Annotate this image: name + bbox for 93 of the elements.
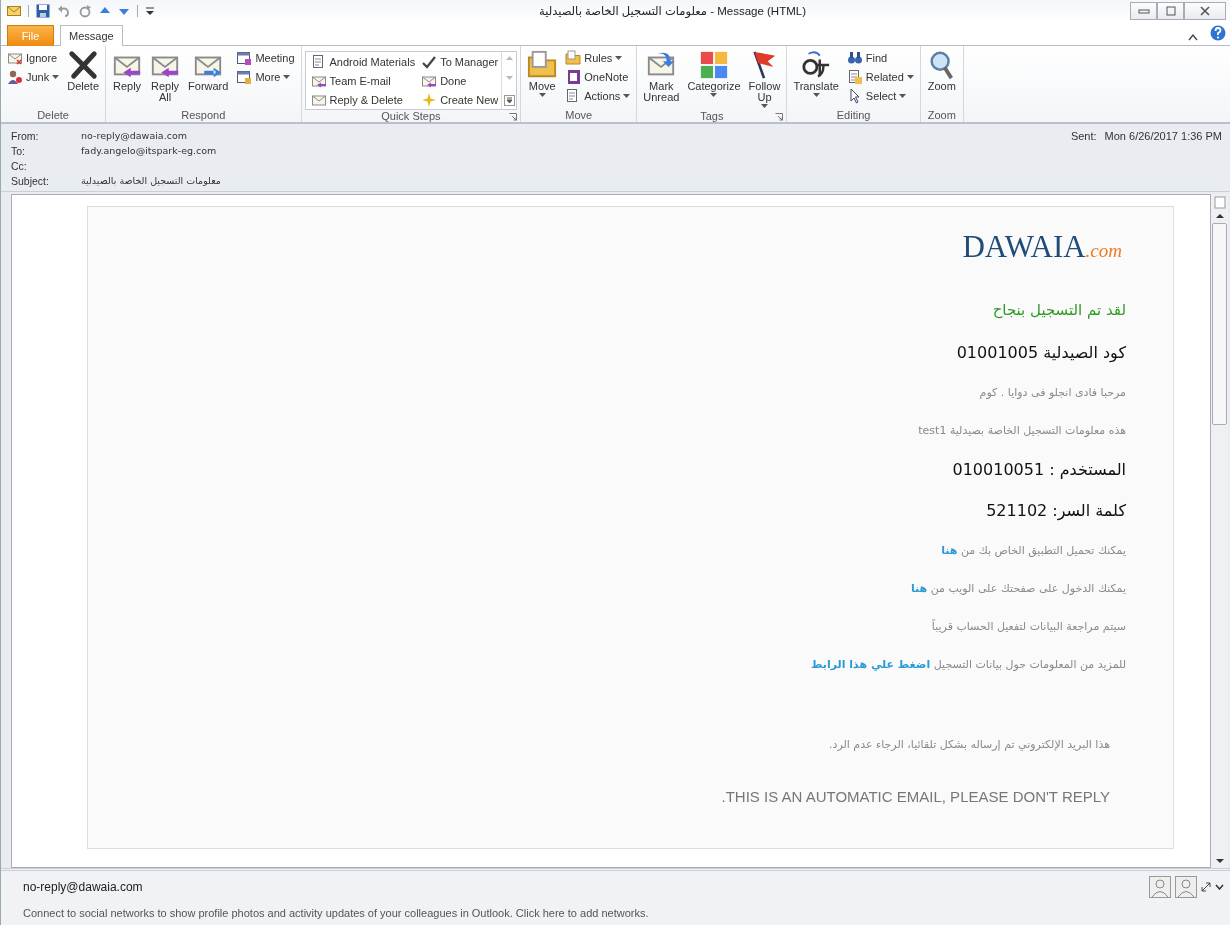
collapse-ribbon-icon[interactable]: [1188, 33, 1198, 41]
field-value: fady.angelo@itspark-eg.com: [81, 145, 217, 158]
quick-step-button[interactable]: To Manager: [418, 52, 502, 71]
x-icon: [68, 50, 99, 80]
quick-step-button[interactable]: Create New: [418, 90, 502, 109]
close-icon: [1199, 6, 1211, 16]
binoculars-icon: [846, 49, 863, 66]
ribbon-button[interactable]: OneNote: [562, 67, 634, 86]
ribbon-button[interactable]: Ignore: [4, 48, 63, 67]
save-icon[interactable]: [36, 4, 50, 18]
email-text: كود الصيدلية 01001005: [956, 343, 1126, 364]
document-icon: [846, 68, 863, 85]
scroll-thumb[interactable]: [1212, 223, 1227, 425]
ribbon-button[interactable]: Translate: [790, 48, 842, 99]
quick-step-button[interactable]: Team E-mail: [307, 71, 419, 90]
dawaia-logo: DAWAIA.com: [962, 229, 1122, 265]
minimize-icon: [1137, 7, 1150, 15]
folder-icon: [565, 49, 582, 66]
caret-icon[interactable]: [1215, 884, 1224, 890]
close-button[interactable]: [1184, 2, 1226, 20]
ribbon-button[interactable]: Junk: [4, 67, 63, 86]
ribbon-button[interactable]: Related: [843, 67, 917, 86]
ribbon-button[interactable]: Mark Unread: [640, 48, 683, 105]
ribbon-button[interactable]: Follow Up: [745, 48, 784, 110]
group-label: Respond: [181, 109, 226, 121]
field-label: Cc:: [11, 160, 28, 173]
sender-name: no-reply@dawaia.com: [23, 880, 143, 894]
ribbon-tab[interactable]: Message: [60, 25, 123, 46]
avatar-icon: [1175, 876, 1197, 898]
color-squares-icon: [698, 50, 729, 80]
field-value: no-reply@dawaia.com: [81, 130, 187, 143]
email-text: سيتم مراجعة البيانات لتفعيل الحساب قريباً: [931, 618, 1126, 635]
field-label: From:: [11, 130, 40, 143]
dialog-launcher-icon[interactable]: [775, 113, 784, 121]
group-label: Editing: [836, 109, 871, 121]
restore-icon: [1164, 6, 1177, 16]
quick-step-button[interactable]: Android Materials: [307, 52, 419, 71]
window-title: معلومات التسجيل الخاصة بالصيدلية - Message (HTML): [538, 4, 807, 18]
calendar-icon: [236, 49, 253, 66]
ribbon-button[interactable]: Select: [843, 86, 917, 105]
minimize-button[interactable]: [1130, 2, 1157, 20]
ribbon-button[interactable]: Forward: [185, 48, 232, 94]
help-icon[interactable]: [1210, 25, 1226, 41]
ribbon-button[interactable]: Rules: [562, 48, 634, 67]
ribbon-button[interactable]: Zoom: [923, 48, 960, 94]
calendar-icon: [236, 68, 253, 85]
email-text: يمكنك الدخول على صفحتك على الويب من هنا: [910, 581, 1126, 597]
field-value: معلومات التسجيل الخاصة بالصيدلية: [81, 175, 221, 188]
scroll-bar[interactable]: [1211, 194, 1228, 868]
more-icon[interactable]: [503, 95, 515, 106]
sent-value: Mon 6/26/2017 1:36 PM: [1104, 130, 1222, 144]
ribbon-button[interactable]: Categorize: [684, 48, 744, 99]
page-icon: [1213, 196, 1226, 209]
social-network-message[interactable]: Connect to social networks to show profile photos and activity updates of your colleagues in Outlook. Click here to add networks.: [23, 907, 1224, 919]
group-label: Zoom: [927, 109, 956, 121]
email-text: للمزيد من المعلومات حول بيانات التسجيل اضغط علي هذا الرابط: [811, 657, 1126, 673]
field-label: Subject:: [11, 175, 50, 188]
ribbon-button[interactable]: Move: [524, 48, 561, 99]
email-text: لقد تم التسجيل بنجاح: [992, 301, 1126, 321]
note-icon: [565, 68, 582, 85]
ribbon-button[interactable]: Delete: [64, 48, 103, 94]
quick-step-button[interactable]: Done: [418, 71, 502, 90]
ribbon-button[interactable]: Reply All: [147, 48, 184, 105]
dialog-launcher-icon[interactable]: [509, 113, 518, 121]
envelope-icon: [7, 5, 21, 17]
group-label: Move: [565, 109, 593, 121]
email-text: المستخدم : 010010051: [952, 460, 1126, 481]
email-text: مرحبا فادى انجلو فى دوايا . كوم: [979, 385, 1126, 401]
ribbon-button[interactable]: More: [233, 67, 298, 86]
person-icon: [7, 68, 23, 85]
email-text: هذا البريد الإلكتروني تم إرساله بشكل تلقائيا، الرجاء عدم الرد.: [829, 738, 1110, 753]
group-label: Tags: [700, 110, 724, 122]
ribbon-button[interactable]: Actions: [562, 86, 634, 105]
field-label: To:: [11, 145, 26, 158]
email-text: .THIS IS AN AUTOMATIC EMAIL, PLEASE DON'T REPLY: [721, 788, 1110, 805]
customize-icon[interactable]: [145, 6, 155, 16]
email-text: كلمة السر: 521102: [986, 501, 1126, 523]
quick-step-button[interactable]: Reply & Delete: [307, 90, 419, 109]
restore-button[interactable]: [1157, 2, 1184, 20]
email-text: هذه معلومات التسجيل الخاصة بصيدلية test1: [918, 423, 1126, 439]
ribbon-button[interactable]: Meeting: [233, 48, 298, 67]
avatar-icon: [1149, 876, 1171, 898]
undo-icon[interactable]: [57, 4, 71, 18]
expand-icon[interactable]: [1201, 882, 1211, 892]
translate-icon: [801, 50, 832, 80]
email-text: يمكنك تحميل التطبيق الخاص بك من هنا: [941, 543, 1126, 559]
redo-icon[interactable]: [78, 4, 92, 18]
ribbon-button[interactable]: Reply: [109, 48, 146, 94]
sent-label: Sent:: [1070, 130, 1097, 144]
folder-icon: [527, 50, 558, 80]
ribbon-button[interactable]: Find: [843, 48, 917, 67]
group-label: Delete: [37, 109, 69, 121]
group-label: Quick Steps: [381, 110, 441, 122]
